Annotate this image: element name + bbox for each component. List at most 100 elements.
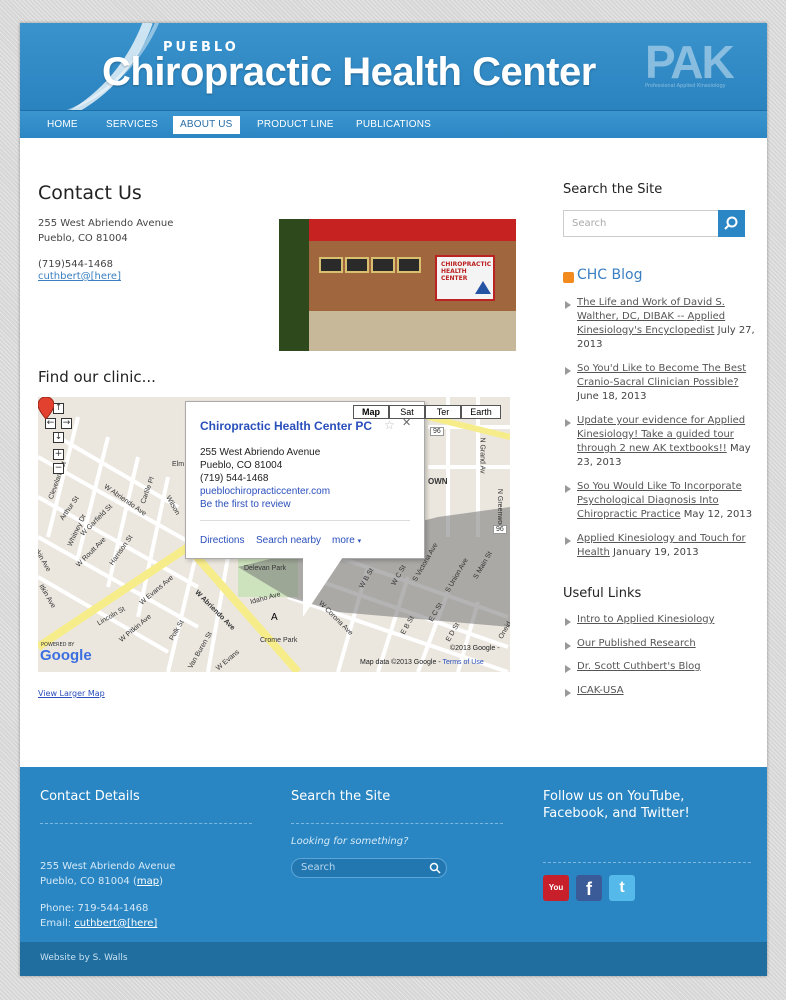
popup-divider	[200, 520, 410, 521]
photo-window	[371, 257, 395, 273]
footer-map-link[interactable]: map	[137, 876, 159, 887]
map-marker-icon[interactable]	[38, 397, 54, 419]
map-type-map[interactable]: Map	[353, 405, 389, 419]
contact-heading: Contact Us	[38, 182, 142, 204]
bullet-icon	[565, 618, 571, 626]
search-placeholder: Search	[572, 218, 607, 229]
bullet-icon	[565, 419, 571, 427]
popup-directions-link[interactable]: Directions	[200, 535, 244, 546]
youtube-icon[interactable]: You	[543, 875, 569, 901]
map-park-label: Crome Park	[260, 637, 298, 644]
google-logo[interactable]: Google	[40, 647, 92, 664]
rss-icon[interactable]	[563, 272, 574, 283]
footer-divider	[291, 823, 503, 824]
map-marker-letter: A	[271, 612, 278, 623]
site-credit: Website by S. Walls	[40, 953, 128, 963]
map-type-sat[interactable]: Sat	[389, 405, 425, 419]
map-pan-right-icon[interactable]: →	[61, 418, 72, 429]
address-line-2: Pueblo, CO 81004	[38, 233, 128, 244]
nav-item-services[interactable]: SERVICES	[99, 116, 165, 134]
pak-logo-subtitle: Professional Applied Kinesiology	[645, 83, 726, 89]
photo-sign: CHIROPRACTIC HEALTH CENTER	[435, 255, 495, 301]
popup-address-1: 255 West Abriendo Avenue	[200, 447, 321, 458]
map-zoom-in-icon[interactable]: +	[53, 449, 64, 460]
bullet-icon	[565, 485, 571, 493]
blog-post-link[interactable]: So You'd Like to Become The Best Cranio-…	[577, 363, 746, 388]
map-pan-left-icon[interactable]: ←	[45, 418, 56, 429]
footer-search-prompt: Looking for something?	[291, 836, 409, 847]
map-pan-up-icon[interactable]: ↑	[53, 403, 64, 414]
popup-address-2: Pueblo, CO 81004	[200, 460, 283, 471]
footer-search-input[interactable]: Search	[291, 858, 447, 878]
bullet-icon	[565, 301, 571, 309]
footer-divider	[543, 862, 751, 863]
photo-roof	[279, 219, 516, 241]
facebook-icon[interactable]: f	[576, 875, 602, 901]
footer-address-line-2: Pueblo, CO 81004 (map)	[40, 876, 164, 887]
pak-logo[interactable]: PAK Professional Applied Kinesiology	[645, 36, 745, 93]
popup-search-nearby-link[interactable]: Search nearby	[256, 535, 321, 546]
footer-address-line-1: 255 West Abriendo Avenue	[40, 861, 176, 872]
nav-item-home[interactable]: HOME	[40, 116, 85, 134]
footer-follow-heading: Follow us on YouTube, Facebook, and Twit…	[543, 788, 690, 822]
map-type-ter[interactable]: Ter	[425, 405, 461, 419]
blog-post-date: January 19, 2013	[613, 547, 699, 558]
blog-post-link[interactable]: The Life and Work of David S. Walther, D…	[577, 297, 725, 336]
useful-link[interactable]: ICAK-USA	[577, 685, 624, 696]
useful-link[interactable]: Dr. Scott Cuthbert's Blog	[577, 661, 701, 672]
bullet-icon	[565, 367, 571, 375]
nav-item-publications[interactable]: PUBLICATIONS	[349, 116, 438, 134]
useful-links-heading: Useful Links	[563, 586, 642, 601]
popup-review-link[interactable]: Be the first to review	[200, 499, 291, 510]
page-container: PUEBLO Chiropractic Health Center PAK Pr…	[20, 23, 767, 976]
pak-logo-text: PAK	[645, 36, 735, 88]
clinic-photo: CHIROPRACTIC HEALTH CENTER	[279, 219, 516, 351]
google-logo-text: Google	[40, 647, 92, 664]
nav-item-product-line[interactable]: PRODUCT LINE	[250, 116, 341, 134]
terms-of-use-link[interactable]: Terms of Use	[442, 659, 483, 666]
map-street-label: Elm	[172, 461, 185, 468]
map-pan-down-icon[interactable]: ↓	[53, 432, 64, 443]
chevron-down-icon: ▾	[357, 538, 362, 545]
popup-more-link[interactable]: more ▾	[332, 535, 361, 546]
footer-divider	[40, 823, 252, 824]
footer-email-link[interactable]: cuthbert@[here]	[74, 918, 157, 929]
twitter-icon[interactable]: t	[609, 875, 635, 901]
map-type-earth[interactable]: Earth	[461, 405, 501, 419]
site-header: PUEBLO Chiropractic Health Center PAK Pr…	[20, 23, 767, 110]
popup-phone: (719) 544-1468	[200, 473, 269, 484]
star-icon[interactable]: ☆	[384, 418, 395, 432]
address-line-1: 255 West Abriendo Avenue	[38, 218, 174, 229]
useful-link[interactable]: Our Published Research	[577, 638, 696, 649]
photo-tree	[279, 219, 309, 351]
nav-item-about-us[interactable]: ABOUT US	[173, 116, 240, 134]
popup-title-link[interactable]: Chiropractic Health Center PC	[200, 419, 372, 433]
photo-window	[397, 257, 421, 273]
blog-post-link[interactable]: Update your evidence for Applied Kinesio…	[577, 415, 745, 454]
sidebar-search-button[interactable]	[718, 210, 745, 237]
search-icon[interactable]	[429, 862, 441, 874]
brand-title[interactable]: Chiropractic Health Center	[102, 50, 596, 95]
map-data-text: Map data ©2013 Google -	[360, 659, 441, 666]
sidebar-search-input[interactable]: Search	[563, 210, 719, 237]
contact-phone: (719)544-1468	[38, 259, 114, 270]
blog-post-item: So You'd Like to Become The Best Cranio-…	[577, 362, 757, 404]
popup-website-link[interactable]: pueblochiropracticcenter.com	[200, 486, 330, 497]
map-highway-shield: 96	[430, 427, 444, 436]
map-copyright: ©2013 Google -	[450, 645, 500, 652]
photo-window	[319, 257, 343, 273]
blog-post-item: The Life and Work of David S. Walther, D…	[577, 296, 757, 352]
blog-post-item: Update your evidence for Applied Kinesio…	[577, 414, 757, 470]
find-clinic-heading: Find our clinic...	[38, 368, 156, 386]
contact-email-link[interactable]: cuthbert@[here]	[38, 271, 121, 282]
map-street-label: N Grand Av	[478, 437, 486, 474]
view-larger-map-link[interactable]: View Larger Map	[38, 689, 105, 698]
map-zoom-out-icon[interactable]: −	[53, 463, 64, 474]
useful-link[interactable]: Intro to Applied Kinesiology	[577, 614, 714, 625]
site-footer: Contact Details 255 West Abriendo Avenue…	[20, 767, 767, 942]
google-map[interactable]: Elm Carlile Pl Wilson W Abriendo Ave Cle…	[38, 397, 510, 672]
map-highway-shield: 96	[493, 525, 507, 534]
footer-email-label: Email:	[40, 918, 72, 929]
blog-heading[interactable]: CHC Blog	[577, 267, 642, 283]
bullet-icon	[565, 642, 571, 650]
